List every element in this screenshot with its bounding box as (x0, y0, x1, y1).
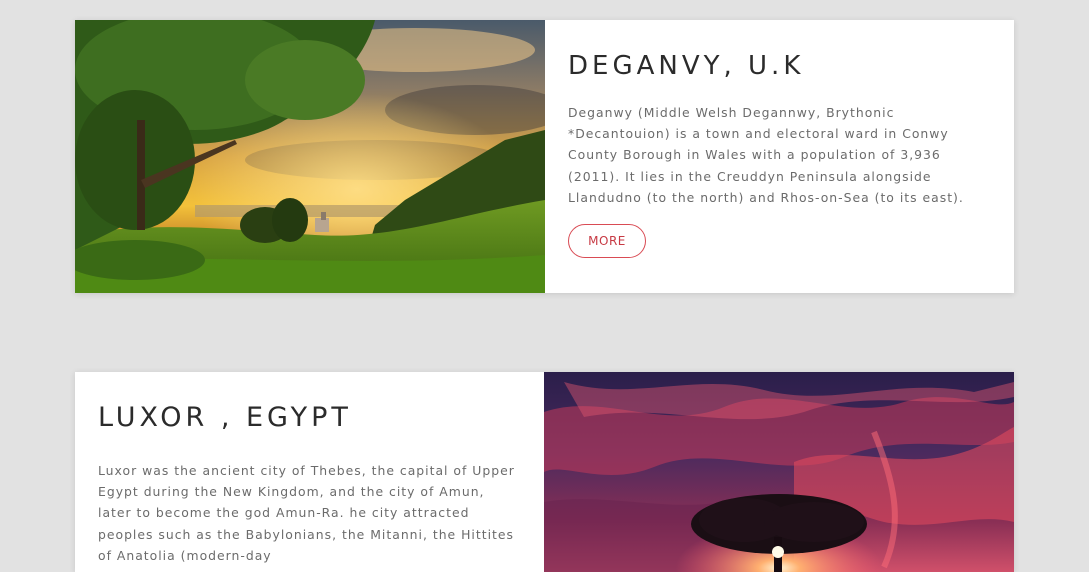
luxor-sunset-tree-image (544, 372, 1014, 572)
card-title: LUXOR , EGYPT (98, 402, 352, 433)
card-title: DEGANVY, U.K (568, 51, 805, 81)
destination-card-deganwy: DEGANVY, U.K Deganwy (Middle Welsh Degan… (75, 20, 1014, 293)
more-button[interactable]: MORE (568, 224, 646, 259)
card-description: Luxor was the ancient city of Thebes, th… (98, 463, 515, 563)
deganwy-text-panel: DEGANVY, U.K Deganwy (Middle Welsh Degan… (545, 20, 1014, 293)
card-description: Deganwy (Middle Welsh Degannwy, Brythoni… (568, 105, 964, 205)
luxor-text-panel: LUXOR , EGYPT Luxor was the ancient city… (75, 372, 544, 572)
deganwy-landscape-image (75, 20, 545, 293)
destination-card-luxor: LUXOR , EGYPT Luxor was the ancient city… (75, 372, 1014, 572)
